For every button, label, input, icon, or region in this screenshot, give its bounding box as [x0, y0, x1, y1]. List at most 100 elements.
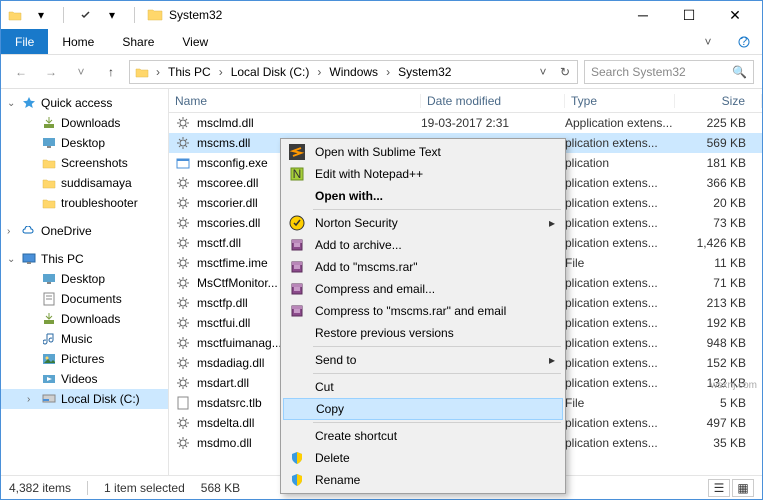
address-dropdown-icon[interactable]: ˅	[533, 65, 553, 79]
address-bar[interactable]: › This PC› Local Disk (C:)› Windows› Sys…	[129, 60, 578, 84]
qat-dropdown2-icon[interactable]: ▾	[102, 7, 122, 23]
menu-item[interactable]: Compress to "mscms.rar" and email	[283, 300, 563, 322]
sidebar-item[interactable]: ›Local Disk (C:)	[1, 389, 168, 409]
sidebar-onedrive[interactable]: › OneDrive	[1, 221, 168, 241]
icon	[41, 271, 57, 287]
crumb-drive[interactable]: Local Disk (C:)	[227, 61, 314, 83]
sidebar-this-pc[interactable]: ⌄ This PC	[1, 249, 168, 269]
crumb-thispc[interactable]: This PC	[164, 61, 215, 83]
tab-file[interactable]: File	[1, 29, 48, 54]
file-icon	[175, 435, 191, 451]
tab-share[interactable]: Share	[108, 29, 168, 54]
sidebar-item[interactable]: Desktop	[1, 133, 168, 153]
ribbon: File Home Share View ˅ ?	[1, 29, 762, 55]
col-size[interactable]: Size	[675, 94, 762, 108]
svg-text:?: ?	[741, 35, 748, 48]
menu-icon	[287, 324, 307, 342]
search-icon: 🔍	[732, 65, 747, 79]
forward-button[interactable]: →	[39, 60, 63, 84]
sidebar-item[interactable]: Music	[1, 329, 168, 349]
tab-view[interactable]: View	[168, 29, 222, 54]
pc-icon	[21, 251, 37, 267]
menu-item[interactable]: Restore previous versions	[283, 322, 563, 344]
sidebar-item[interactable]: Downloads	[1, 309, 168, 329]
status-size: 568 KB	[201, 481, 240, 495]
status-item-count: 4,382 items	[9, 481, 71, 495]
qat-check-icon[interactable]	[76, 7, 96, 23]
col-date[interactable]: Date modified	[421, 94, 565, 108]
qat-dropdown-icon[interactable]: ▾	[31, 7, 51, 23]
crumb-windows[interactable]: Windows	[325, 61, 382, 83]
menu-item[interactable]: Add to "mscms.rar"	[283, 256, 563, 278]
file-icon	[175, 415, 191, 431]
col-name[interactable]: Name	[169, 94, 421, 108]
icon	[41, 291, 57, 307]
maximize-button[interactable]: ☐	[666, 1, 712, 29]
sidebar-item[interactable]: troubleshooter	[1, 193, 168, 213]
file-icon	[175, 375, 191, 391]
folder-icon	[41, 135, 57, 151]
file-icon	[175, 355, 191, 371]
file-icon	[175, 135, 191, 151]
file-icon	[175, 335, 191, 351]
crumb-system32[interactable]: System32	[394, 61, 455, 83]
sidebar-item[interactable]: suddisamaya	[1, 173, 168, 193]
up-button[interactable]: ↑	[99, 60, 123, 84]
menu-icon	[287, 258, 307, 276]
menu-icon	[288, 400, 308, 418]
file-icon	[175, 215, 191, 231]
sidebar-item[interactable]: Desktop	[1, 269, 168, 289]
minimize-button[interactable]: ─	[620, 1, 666, 29]
menu-item[interactable]: Rename	[283, 469, 563, 491]
ribbon-expand-icon[interactable]: ˅	[690, 29, 726, 54]
cloud-icon	[21, 223, 37, 239]
tab-home[interactable]: Home	[48, 29, 108, 54]
icon	[41, 331, 57, 347]
context-menu: Open with Sublime TextNEdit with Notepad…	[280, 138, 566, 494]
sidebar-item[interactable]: Documents	[1, 289, 168, 309]
file-icon	[175, 195, 191, 211]
icon	[41, 311, 57, 327]
view-details-icon[interactable]: ☰	[708, 479, 730, 497]
view-large-icon[interactable]: ▦	[732, 479, 754, 497]
refresh-icon[interactable]: ↻	[555, 65, 575, 79]
search-input[interactable]: Search System32 🔍	[584, 60, 754, 84]
folder-icon	[41, 175, 57, 191]
file-row[interactable]: msclmd.dll19-03-2017 2:31Application ext…	[169, 113, 762, 133]
sidebar-quick-access[interactable]: ⌄ Quick access	[1, 93, 168, 113]
ribbon-help-icon[interactable]: ?	[726, 29, 762, 54]
titlebar: ▾ ▾ System32 ─ ☐ ✕	[1, 1, 762, 29]
file-icon	[175, 315, 191, 331]
menu-icon	[287, 449, 307, 467]
file-icon	[175, 395, 191, 411]
sidebar-item[interactable]: Downloads	[1, 113, 168, 133]
icon	[41, 371, 57, 387]
qat-folder-icon[interactable]	[5, 7, 25, 23]
menu-icon	[287, 143, 307, 161]
menu-item[interactable]: NEdit with Notepad++	[283, 163, 563, 185]
sidebar-item[interactable]: Screenshots	[1, 153, 168, 173]
back-button[interactable]: ←	[9, 60, 33, 84]
col-type[interactable]: Type	[565, 94, 675, 108]
close-button[interactable]: ✕	[712, 1, 758, 29]
sidebar-item[interactable]: Videos	[1, 369, 168, 389]
file-icon	[175, 275, 191, 291]
sidebar-item[interactable]: Pictures	[1, 349, 168, 369]
menu-icon	[287, 471, 307, 489]
file-icon	[175, 295, 191, 311]
menu-icon	[287, 187, 307, 205]
recent-dropdown-icon[interactable]: ˅	[69, 60, 93, 84]
menu-item[interactable]: Copy	[283, 398, 563, 420]
menu-item[interactable]: Create shortcut	[283, 425, 563, 447]
menu-item[interactable]: Delete	[283, 447, 563, 469]
menu-item[interactable]: Send to▸	[283, 349, 563, 371]
menu-item[interactable]: Open with Sublime Text	[283, 141, 563, 163]
navigation-pane: ⌄ Quick access DownloadsDesktopScreensho…	[1, 89, 169, 475]
menu-item[interactable]: Compress and email...	[283, 278, 563, 300]
folder-icon	[41, 195, 57, 211]
address-folder-icon	[132, 66, 152, 78]
menu-item[interactable]: Add to archive...	[283, 234, 563, 256]
menu-item[interactable]: Open with...	[283, 185, 563, 207]
menu-item[interactable]: Cut	[283, 376, 563, 398]
menu-item[interactable]: Norton Security▸	[283, 212, 563, 234]
